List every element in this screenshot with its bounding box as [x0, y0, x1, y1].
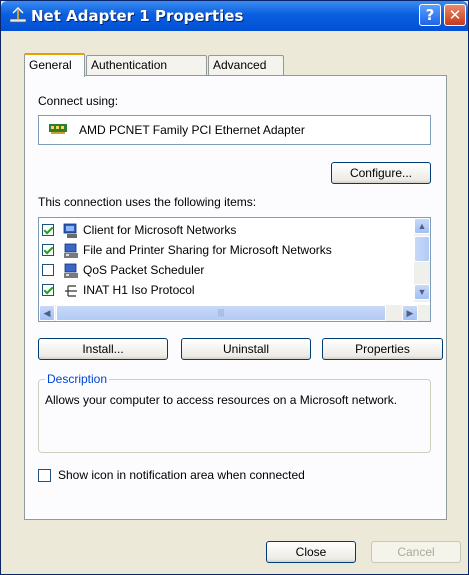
item-label: Client for Microsoft Networks	[83, 223, 237, 237]
list-item[interactable]: QoS Packet Scheduler	[39, 261, 414, 281]
list-item[interactable]: Client for Microsoft Networks	[39, 221, 414, 241]
adapter-name: AMD PCNET Family PCI Ethernet Adapter	[79, 123, 305, 137]
list-item[interactable]: INAT H1 Iso Protocol	[39, 281, 414, 301]
network-service-icon	[64, 243, 78, 258]
item-checkbox[interactable]	[42, 224, 54, 236]
horizontal-scroll-thumb[interactable]: |||	[56, 305, 386, 321]
item-label: INAT H1 Iso Protocol	[83, 283, 195, 297]
item-checkbox[interactable]	[42, 284, 54, 296]
cancel-button: Cancel	[371, 541, 461, 563]
tab-general[interactable]: General	[24, 53, 85, 77]
scroll-down-icon[interactable]: ▼	[414, 284, 430, 300]
item-checkbox[interactable]	[42, 244, 54, 256]
notify-checkbox[interactable]	[38, 469, 51, 482]
general-tab-panel: Connect using: AMD PCNET Family PCI Ethe…	[24, 75, 447, 520]
item-checkbox[interactable]	[42, 264, 54, 276]
description-group: Description Allows your computer to acce…	[38, 372, 431, 453]
list-item[interactable]: File and Printer Sharing for Microsoft N…	[39, 241, 414, 261]
tab-authentication[interactable]: Authentication	[86, 55, 207, 75]
tab-advanced[interactable]: Advanced	[208, 55, 284, 75]
uninstall-button[interactable]: Uninstall	[181, 338, 311, 360]
protocol-icon	[65, 285, 77, 297]
items-label: This connection uses the following items…	[38, 195, 257, 209]
vertical-scroll-thumb[interactable]	[414, 236, 430, 262]
window-close-button[interactable]: ✕	[444, 4, 466, 26]
scroll-up-icon[interactable]: ▲	[414, 218, 430, 234]
description-text: Allows your computer to access resources…	[45, 393, 398, 407]
connect-using-label: Connect using:	[38, 94, 119, 108]
components-list[interactable]: Client for Microsoft Networks File and P…	[38, 217, 431, 322]
scroll-left-icon[interactable]: ◀	[39, 305, 55, 321]
item-label: QoS Packet Scheduler	[83, 263, 205, 277]
description-legend: Description	[45, 372, 110, 386]
configure-button[interactable]: Configure...	[331, 162, 431, 184]
network-card-icon	[49, 124, 67, 134]
window-title: Net Adapter 1 Properties	[31, 7, 244, 25]
item-label: File and Printer Sharing for Microsoft N…	[83, 243, 332, 257]
vertical-scrollbar[interactable]: ▲ ▼	[414, 218, 430, 302]
install-button[interactable]: Install...	[38, 338, 168, 360]
help-button[interactable]: ?	[419, 4, 441, 26]
network-service-icon	[64, 263, 78, 278]
network-adapter-icon	[9, 7, 27, 23]
properties-dialog: Net Adapter 1 Properties ? ✕ General Aut…	[0, 0, 469, 575]
title-bar[interactable]: Net Adapter 1 Properties ? ✕	[1, 1, 468, 31]
properties-button[interactable]: Properties	[322, 338, 443, 360]
notify-label[interactable]: Show icon in notification area when conn…	[58, 468, 305, 482]
adapter-field: AMD PCNET Family PCI Ethernet Adapter	[38, 115, 431, 145]
network-client-icon	[63, 223, 77, 238]
horizontal-scrollbar[interactable]: ◀ ||| ▶	[39, 305, 430, 321]
close-button[interactable]: Close	[266, 541, 356, 563]
scroll-right-icon[interactable]: ▶	[402, 305, 418, 321]
